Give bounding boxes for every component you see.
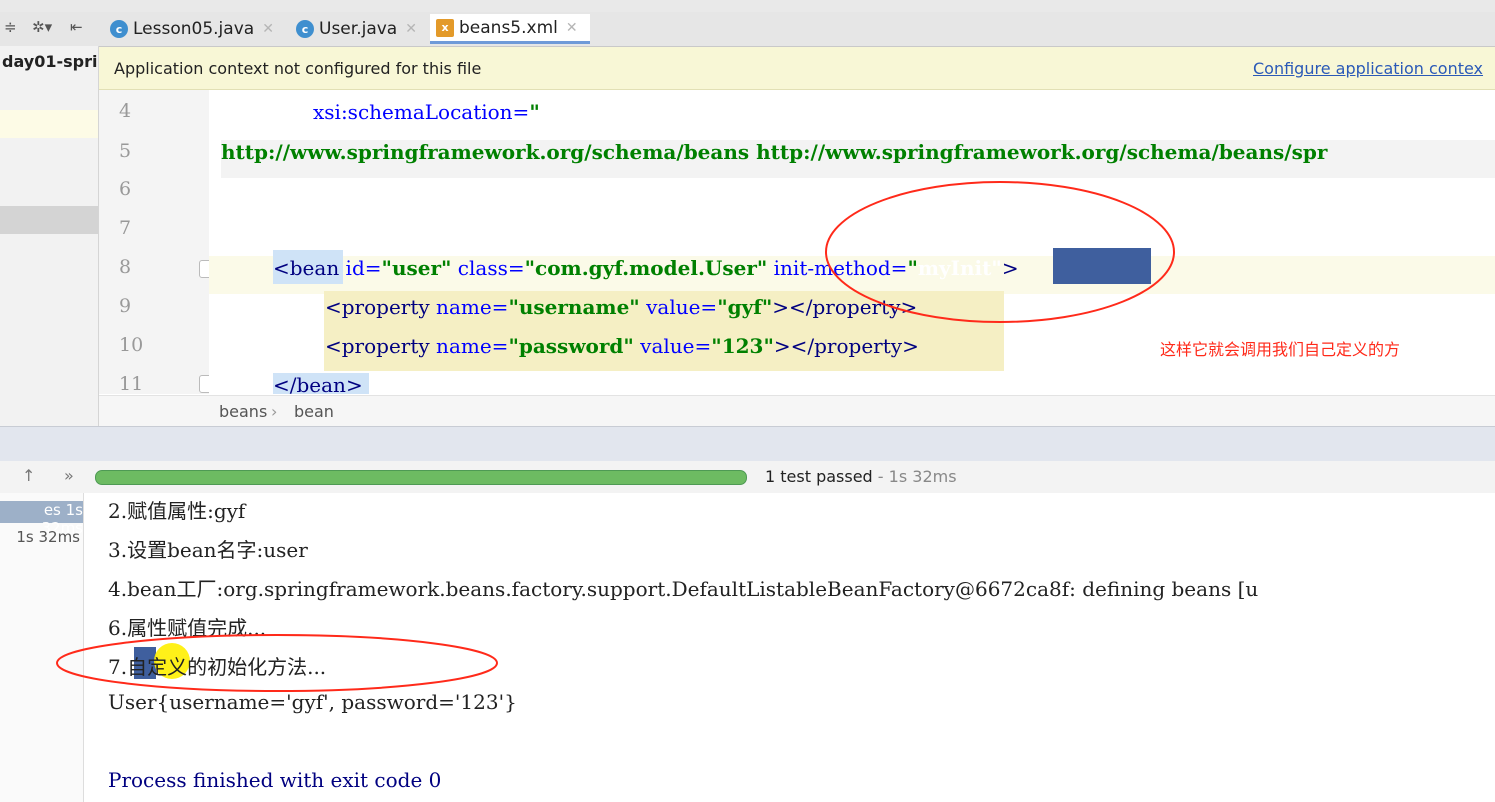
- test-tree: es 1s 32ms 1s 32ms: [0, 493, 84, 802]
- selected-token: myInit: [917, 256, 992, 280]
- java-class-icon: c: [296, 20, 314, 38]
- code-token: value=: [639, 295, 718, 319]
- console-line: 7.自定义的初始化方法...: [108, 655, 327, 679]
- tab-label: beans5.xml: [459, 17, 558, 38]
- console-line: User{username='gyf', password='123'}: [108, 690, 517, 714]
- code-line-8: <bean id="user" class="com.gyf.model.Use…: [273, 256, 1019, 280]
- code-token: name=: [429, 295, 509, 319]
- notice-text: Application context not configured for t…: [114, 59, 482, 78]
- up-arrow-icon[interactable]: ↑: [22, 466, 35, 485]
- code-token: "gyf": [717, 295, 773, 319]
- tab-beans5-xml[interactable]: x beans5.xml ✕: [430, 14, 590, 44]
- gear-icon[interactable]: ✲▾: [32, 18, 52, 36]
- breadcrumb-item[interactable]: bean: [294, 402, 334, 421]
- context-notice-bar: Application context not configured for t…: [99, 47, 1495, 90]
- breadcrumb-separator: ›: [271, 402, 278, 421]
- code-token: "com.gyf.model.User": [524, 256, 768, 280]
- code-token: "username": [508, 295, 640, 319]
- more-icon[interactable]: »: [64, 466, 74, 485]
- breadcrumb-item[interactable]: beans: [219, 402, 267, 421]
- code-token: "123": [711, 334, 774, 358]
- java-class-icon: c: [110, 20, 128, 38]
- test-tree-row-selected[interactable]: es 1s 32ms: [0, 501, 83, 537]
- code-token: <property: [325, 295, 430, 319]
- code-line-10: <property name="password" value="123"></…: [325, 334, 919, 358]
- split-icon[interactable]: ≑: [4, 18, 17, 36]
- close-icon[interactable]: ✕: [405, 21, 417, 37]
- line-number: 6: [119, 178, 132, 200]
- project-panel: day01-spri: [0, 46, 99, 426]
- line-number-gutter: 4 5 6 7 8 9 10 11: [99, 90, 219, 395]
- xml-file-icon: x: [436, 18, 454, 37]
- code-token: class=: [451, 256, 525, 280]
- breadcrumb: beans › bean: [99, 395, 1495, 426]
- code-token: ": [991, 256, 1002, 280]
- test-status-text: 1 test passed: [765, 467, 873, 486]
- test-status: 1 test passed - 1s 32ms: [765, 467, 957, 486]
- panel-divider[interactable]: [0, 426, 1495, 462]
- close-icon[interactable]: ✕: [566, 20, 578, 36]
- line-number: 11: [119, 373, 144, 395]
- code-token: "user": [381, 256, 452, 280]
- code-token: name=: [429, 334, 509, 358]
- console-line: 6.属性赋值完成...: [108, 616, 267, 640]
- project-tree-row[interactable]: [0, 110, 98, 138]
- project-tree-row-selected[interactable]: [0, 206, 98, 234]
- project-name[interactable]: day01-spri: [2, 52, 97, 71]
- code-token: init-method=: [767, 256, 908, 280]
- tab-label: User.java: [319, 19, 398, 39]
- configure-context-link[interactable]: Configure application contex: [1253, 59, 1483, 78]
- console-line: 3.设置bean名字:user: [108, 538, 308, 562]
- code-line-9: <property name="username" value="gyf"></…: [325, 295, 917, 319]
- console-line: 4.bean工厂:org.springframework.beans.facto…: [108, 577, 1259, 601]
- editor-tab-bar: ≑ ✲▾ ⇤ c Lesson05.java ✕ c User.java ✕ x…: [0, 12, 1495, 47]
- line-number: 7: [119, 217, 132, 239]
- line-number: 9: [119, 295, 132, 317]
- code-token: ": [529, 100, 540, 124]
- code-token: xsi:schemaLocation=: [313, 100, 530, 124]
- code-line-4: xsi:schemaLocation=": [313, 100, 540, 124]
- close-icon[interactable]: ✕: [262, 21, 274, 37]
- code-token: ": [907, 256, 918, 280]
- tab-user-java[interactable]: c User.java ✕: [290, 14, 426, 44]
- code-token: value=: [633, 334, 712, 358]
- test-duration: - 1s 32ms: [872, 467, 957, 486]
- code-token: <bean: [273, 256, 340, 280]
- line-number: 8: [119, 256, 132, 278]
- line-number: 10: [119, 334, 144, 356]
- code-token: ></property>: [773, 334, 919, 358]
- console-line: Process finished with exit code 0: [108, 768, 442, 792]
- code-token: <property: [325, 334, 430, 358]
- test-progress-bar: [95, 470, 747, 485]
- code-token: >: [1001, 256, 1019, 280]
- selection-highlight: [1053, 248, 1151, 284]
- tab-label: Lesson05.java: [133, 19, 255, 39]
- code-token: id=: [339, 256, 382, 280]
- test-tree-row[interactable]: 1s 32ms: [0, 528, 80, 546]
- code-token: "password": [508, 334, 634, 358]
- tab-lesson05-java[interactable]: c Lesson05.java ✕: [104, 14, 284, 44]
- console-output[interactable]: 2.赋值属性:gyf 3.设置bean名字:user 4.bean工厂:org.…: [84, 493, 1495, 802]
- console-line: 2.赋值属性:gyf: [108, 499, 246, 523]
- line-number: 5: [119, 140, 132, 162]
- code-line-11: </bean>: [273, 373, 363, 394]
- line-number: 4: [119, 100, 132, 122]
- collapse-icon[interactable]: ⇤: [70, 18, 83, 36]
- annotation-text: 这样它就会调用我们自己定义的方: [1160, 340, 1401, 359]
- code-line-5: http://www.springframework.org/schema/be…: [221, 140, 1328, 164]
- code-token: ></property>: [772, 295, 918, 319]
- run-toolbar: ↑ » 1 test passed - 1s 32ms: [0, 461, 1495, 494]
